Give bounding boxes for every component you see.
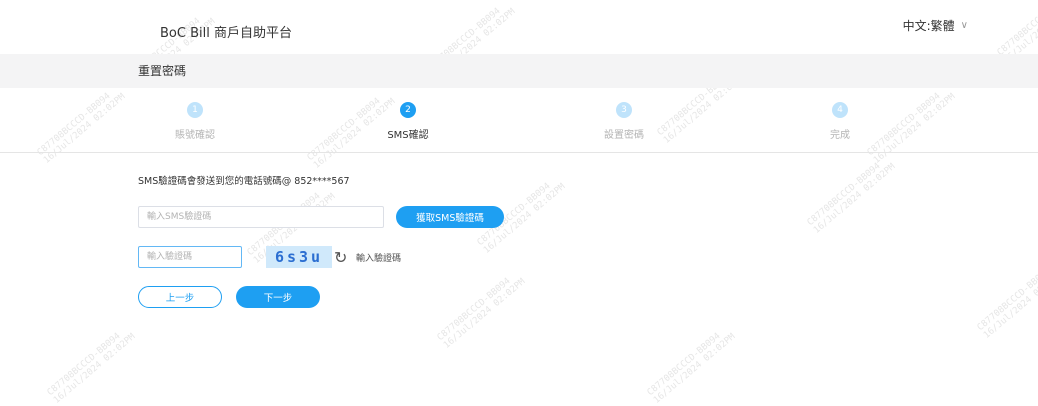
- step-complete: 4 完成: [780, 100, 900, 141]
- watermark: C87708BCCCD-BB09416/Jul/2024 02:02PM: [45, 331, 138, 406]
- step-label: 完成: [830, 130, 850, 141]
- refresh-icon[interactable]: ↻: [334, 248, 347, 267]
- step-account-confirm: 1 賬號確認: [135, 100, 255, 141]
- step-number: 4: [832, 102, 848, 118]
- watermark: C87708BCCCD-BB09416/Jul/2024 02:02PM: [435, 276, 528, 351]
- page-title-bar: 重置密碼: [0, 54, 1038, 88]
- sms-code-input[interactable]: [138, 206, 384, 228]
- previous-button[interactable]: 上一步: [138, 286, 222, 308]
- language-selector[interactable]: 中文:繁體 ∨: [903, 17, 968, 34]
- step-label: 賬號確認: [175, 130, 215, 141]
- page-title: 重置密碼: [138, 64, 187, 78]
- step-label: 設置密碼: [604, 130, 644, 141]
- watermark: C87708BCCCD-BB09416/Jul/2024 02:02PM: [975, 266, 1038, 341]
- next-button[interactable]: 下一步: [236, 286, 320, 308]
- captcha-image: 6s3u: [266, 246, 332, 268]
- step-number: 3: [616, 102, 632, 118]
- watermark: C87708BCCCD-BB09416/Jul/2024 02:02PM: [805, 161, 898, 236]
- brand-title: BoC Bill 商戶自助平台: [160, 26, 292, 41]
- language-label: 中文:繁體: [902, 19, 955, 33]
- chevron-down-icon: ∨: [960, 20, 968, 31]
- progress-steps: 1 賬號確認 2 SMS確認 3 設置密碼 4 完成: [0, 100, 1038, 153]
- top-header: BoC Bill 商戶自助平台 中文:繁體 ∨: [0, 0, 1038, 54]
- sms-info-text: SMS驗證碼會發送到您的電話號碼@ 852****567: [138, 176, 350, 187]
- captcha-input[interactable]: [138, 246, 242, 268]
- watermark: C87708BCCCD-BB09416/Jul/2024 02:02PM: [645, 331, 738, 406]
- get-sms-code-button[interactable]: 獲取SMS驗證碼: [396, 206, 504, 228]
- step-sms-confirm: 2 SMS確認: [348, 100, 468, 141]
- step-label: SMS確認: [387, 130, 429, 141]
- step-set-password: 3 設置密碼: [564, 100, 684, 141]
- step-number: 2: [400, 102, 416, 118]
- captcha-label: 輸入驗證碼: [356, 254, 402, 264]
- step-number: 1: [187, 102, 203, 118]
